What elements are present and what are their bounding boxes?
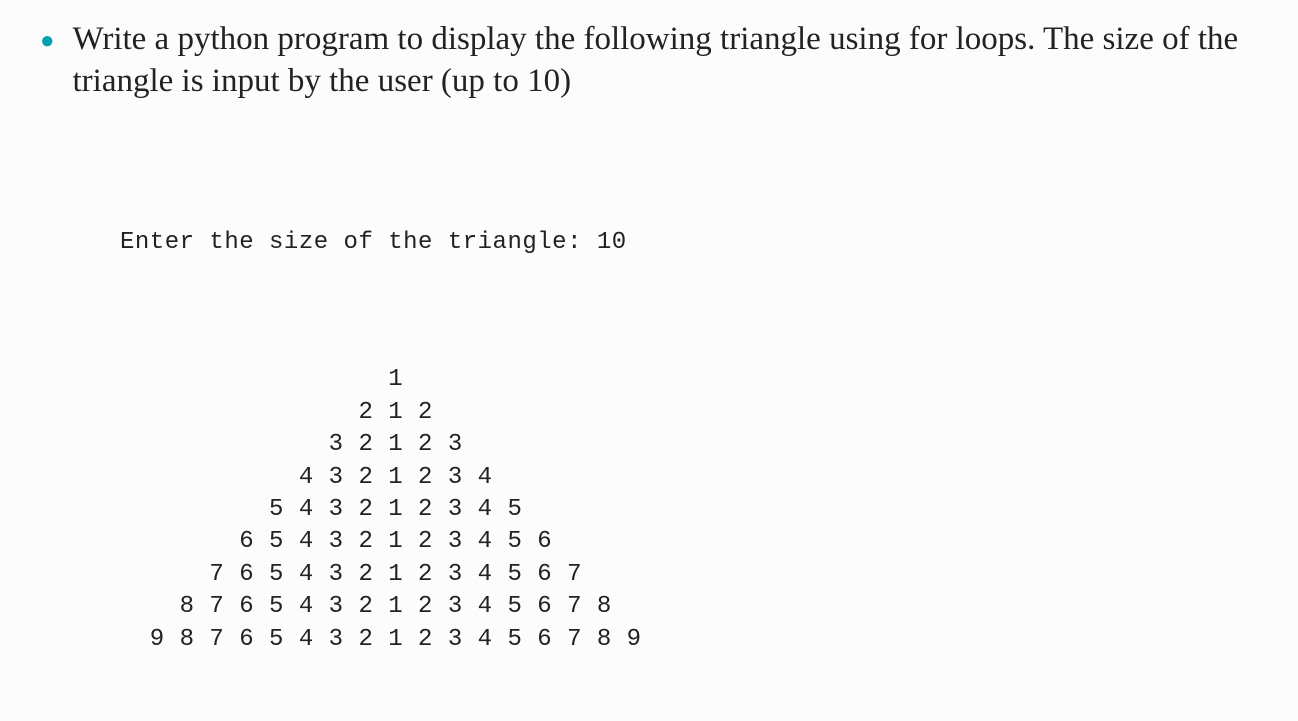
input-prompt-line: Enter the size of the triangle: 10 <box>120 227 1258 259</box>
triangle-output: 1 2 1 2 3 2 1 2 3 4 3 2 1 2 3 4 5 4 3 2 … <box>120 364 1258 656</box>
bullet-marker-icon: ● <box>40 18 55 60</box>
bullet-item: ● Write a python program to display the … <box>40 18 1258 102</box>
bullet-text: Write a python program to display the fo… <box>73 18 1259 102</box>
code-output-block: Enter the size of the triangle: 10 1 2 1… <box>120 162 1258 720</box>
slide-content: ● Write a python program to display the … <box>0 0 1298 721</box>
